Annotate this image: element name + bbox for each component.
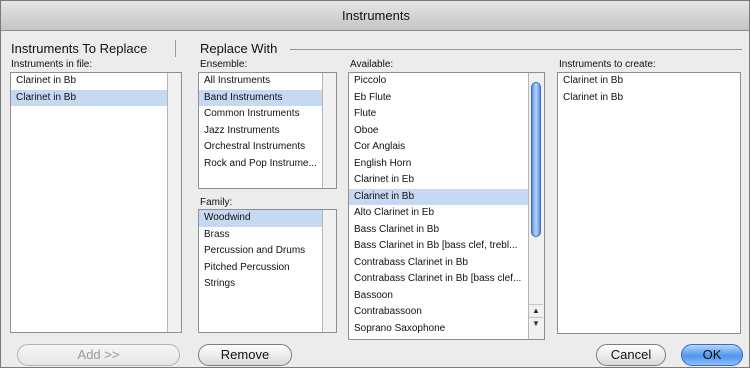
list-item[interactable]: Oboe — [349, 123, 544, 140]
replace-with-heading: Replace With — [200, 41, 278, 56]
list-item[interactable]: All Instruments — [199, 73, 336, 90]
list-items: Woodwind Brass Percussion and Drums Pitched… — [199, 210, 336, 293]
instruments-in-file-list[interactable]: Clarinet in Bb Clarinet in Bb — [10, 72, 182, 333]
list-item[interactable]: Brass — [199, 227, 336, 244]
window-title: Instruments — [1, 1, 749, 31]
list-item[interactable]: Flute — [349, 106, 544, 123]
list-item[interactable]: English Horn — [349, 156, 544, 173]
list-item[interactable]: Soprano Saxophone — [349, 321, 544, 338]
list-item[interactable]: Bass Clarinet in Bb — [349, 222, 544, 239]
ensemble-list[interactable]: All Instruments Band Instruments Common In… — [198, 72, 337, 189]
ensemble-label: Ensemble: — [200, 59, 248, 70]
list-items: All Instruments Band Instruments Common In… — [199, 73, 336, 172]
heading-rule — [290, 49, 742, 50]
list-item[interactable]: Clarinet in Bb — [349, 188, 544, 205]
arrow-up-icon[interactable]: ▲ — [529, 304, 543, 316]
instruments-to-replace-heading: Instruments To Replace — [11, 41, 148, 56]
available-list[interactable]: Piccolo Eb Flute Flute Oboe Cor Anglais Engli… — [348, 72, 545, 340]
list-item[interactable]: Piccolo — [349, 73, 544, 90]
arrow-down-icon[interactable]: ▼ — [529, 317, 543, 329]
list-item[interactable]: Alto Saxophone — [349, 337, 544, 339]
list-item[interactable]: Pitched Percussion — [199, 260, 336, 277]
family-label: Family: — [200, 197, 233, 208]
list-item[interactable]: Bassoon — [349, 288, 544, 305]
list-item[interactable]: Jazz Instruments — [199, 123, 336, 140]
list-item[interactable]: Contrabassoon — [349, 304, 544, 321]
instruments-to-create-list[interactable]: Clarinet in Bb Clarinet in Bb — [557, 72, 741, 334]
list-item[interactable]: Clarinet in Bb — [11, 89, 181, 106]
list-item[interactable]: Clarinet in Bb — [11, 73, 181, 90]
list-item[interactable]: Woodwind — [199, 210, 336, 227]
family-list[interactable]: Woodwind Brass Percussion and Drums Pitched… — [198, 209, 337, 333]
instruments-dialog: Instruments Instruments To Replace Instr… — [0, 0, 750, 368]
list-item[interactable]: Contrabass Clarinet in Bb [bass clef... — [349, 271, 544, 288]
instruments-in-file-label: Instruments in file: — [11, 59, 93, 70]
list-item[interactable]: Strings — [199, 276, 336, 293]
remove-button[interactable]: Remove — [198, 344, 292, 366]
list-item[interactable]: Cor Anglais — [349, 139, 544, 156]
list-items: Clarinet in Bb Clarinet in Bb — [558, 73, 740, 106]
list-item[interactable]: Bass Clarinet in Bb [bass clef, trebl... — [349, 238, 544, 255]
add-button[interactable]: Add >> — [17, 344, 180, 366]
list-item[interactable]: Orchestral Instruments — [199, 139, 336, 156]
section-divider — [175, 40, 176, 57]
list-item[interactable]: Clarinet in Bb — [558, 73, 740, 90]
list-items: Piccolo Eb Flute Flute Oboe Cor Anglais Engli… — [349, 73, 544, 339]
list-items: Clarinet in Bb Clarinet in Bb — [11, 73, 181, 106]
available-scrollbar[interactable]: ▲ ▼ — [528, 73, 544, 339]
list-item[interactable]: Rock and Pop Instrume... — [199, 156, 336, 173]
available-label: Available: — [350, 59, 394, 70]
list-item[interactable]: Alto Clarinet in Eb — [349, 205, 544, 222]
list-item[interactable]: Clarinet in Eb — [349, 172, 544, 189]
scrollbar[interactable] — [167, 73, 181, 332]
list-item[interactable]: Band Instruments — [199, 89, 336, 106]
scrollbar-thumb[interactable] — [531, 82, 541, 237]
list-item[interactable]: Clarinet in Bb — [558, 90, 740, 107]
instruments-to-create-label: Instruments to create: — [559, 59, 656, 70]
list-item[interactable]: Eb Flute — [349, 90, 544, 107]
scrollbar[interactable] — [322, 210, 336, 332]
list-item[interactable]: Common Instruments — [199, 106, 336, 123]
list-item[interactable]: Percussion and Drums — [199, 243, 336, 260]
cancel-button[interactable]: Cancel — [596, 344, 666, 366]
ok-button[interactable]: OK — [681, 344, 743, 366]
list-item[interactable]: Contrabass Clarinet in Bb — [349, 255, 544, 272]
scrollbar[interactable] — [322, 73, 336, 188]
